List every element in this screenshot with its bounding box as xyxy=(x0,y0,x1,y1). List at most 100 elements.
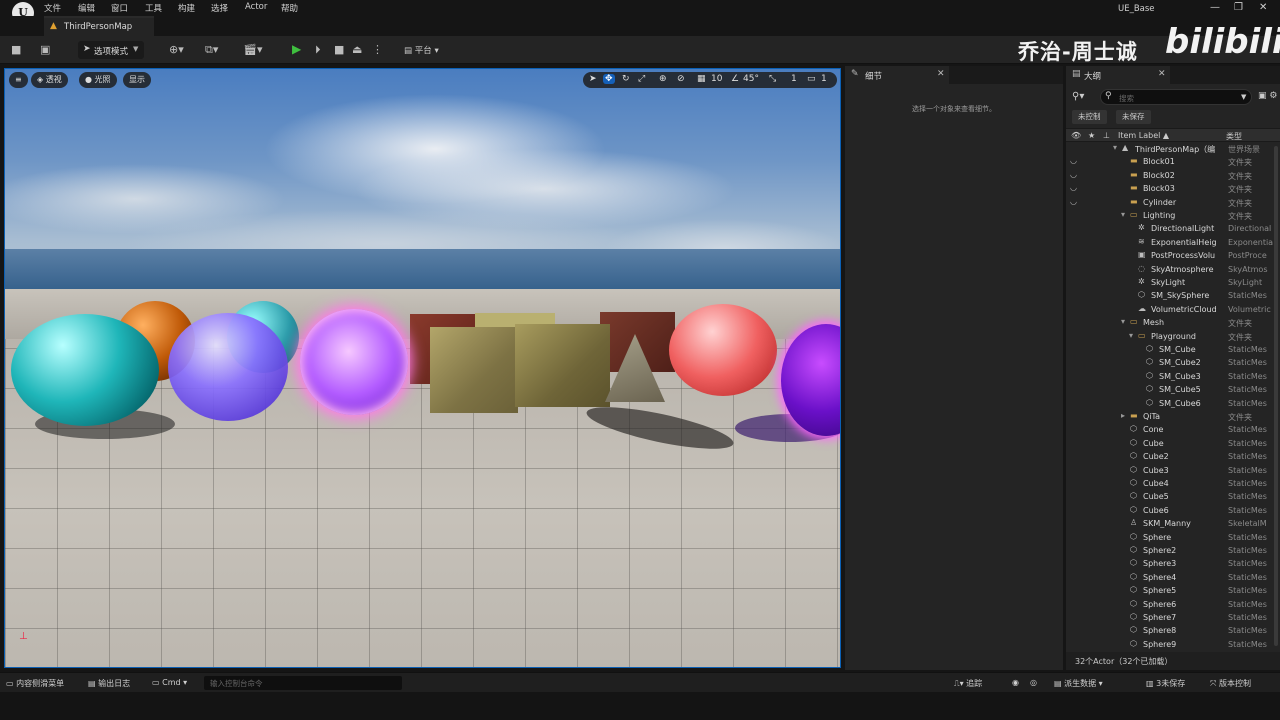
minimize-button[interactable]: — xyxy=(1210,2,1220,13)
expand-chevron-icon[interactable]: ▾ xyxy=(1113,143,1117,152)
outliner-row[interactable]: ✲ DirectionalLight Directional xyxy=(1066,223,1274,236)
outliner-row[interactable]: ⬡ Sphere6 StaticMes xyxy=(1066,599,1274,612)
translate-tool-icon[interactable]: ✥ xyxy=(603,74,615,84)
outliner-row[interactable]: ▾ ▭ Mesh 文件夹 xyxy=(1066,317,1274,330)
outliner-row[interactable]: ⬡ SM_Cube2 StaticMes xyxy=(1066,357,1274,370)
outliner-row[interactable]: ✲ SkyLight SkyLight xyxy=(1066,277,1274,290)
blueprint-icon[interactable]: ⧉▾ xyxy=(205,43,218,57)
content-browser-icon[interactable]: ▣ xyxy=(40,43,50,56)
expand-chevron-icon[interactable]: ▸ xyxy=(1121,411,1125,420)
outliner-tool-icons[interactable]: ▣ ⚙ xyxy=(1258,91,1277,101)
outliner-row[interactable]: ⬡ Cube3 StaticMes xyxy=(1066,465,1274,478)
scale-snap-value[interactable]: 1 xyxy=(791,74,797,84)
expand-chevron-icon[interactable]: ▾ xyxy=(1121,317,1125,326)
outliner-row[interactable]: ◡ ▬ Cylinder 文件夹 xyxy=(1066,197,1274,210)
camera-speed-value[interactable]: 1 xyxy=(821,74,827,84)
outliner-row[interactable]: ⬡ Sphere8 StaticMes xyxy=(1066,625,1274,638)
outliner-row[interactable]: ⬡ Sphere9 StaticMes xyxy=(1066,639,1274,652)
rotation-snap-value[interactable]: 45° xyxy=(743,74,759,84)
save-icon[interactable]: ■ xyxy=(11,43,21,56)
cube-mesh[interactable] xyxy=(515,324,610,407)
outliner-row[interactable]: ≋ ExponentialHeig Exponentia xyxy=(1066,237,1274,250)
outliner-row[interactable]: ⬡ SM_Cube5 StaticMes xyxy=(1066,384,1274,397)
visibility-column-icon[interactable]: 👁︎ xyxy=(1071,131,1081,140)
play-icon[interactable]: ▶ xyxy=(292,42,301,56)
grid-snap-icon[interactable]: ▦ xyxy=(697,74,706,84)
close-icon[interactable]: ✕ xyxy=(937,69,945,79)
menu-window[interactable]: 窗口 xyxy=(111,2,128,14)
pin-column-icon[interactable]: ⊥ xyxy=(1103,131,1110,140)
trace-button[interactable]: ⎍▾ 追踪 xyxy=(954,678,982,689)
lit-button[interactable]: ● 光照 xyxy=(79,72,117,88)
item-label-column[interactable]: Item Label ▲ xyxy=(1118,131,1169,140)
outliner-row[interactable]: ☁ VolumetricCloud Volumetric xyxy=(1066,304,1274,317)
sphere-mesh[interactable] xyxy=(168,313,288,421)
outliner-row[interactable]: ⬡ Cube4 StaticMes xyxy=(1066,478,1274,491)
world-space-icon[interactable]: ⊕ xyxy=(659,74,667,84)
rotation-snap-icon[interactable]: ∠ xyxy=(731,74,739,84)
outliner-row[interactable]: ⬡ Cube5 StaticMes xyxy=(1066,491,1274,504)
menu-build[interactable]: 构建 xyxy=(178,2,195,14)
scale-tool-icon[interactable]: ⤢ xyxy=(638,74,645,84)
mode-select-button[interactable]: ➤ 选项模式 ▼ xyxy=(78,41,144,59)
outliner-search-input[interactable]: ⚲ 搜索 ▼ xyxy=(1100,89,1252,105)
menu-edit[interactable]: 编辑 xyxy=(78,2,95,14)
sphere-mesh[interactable] xyxy=(669,304,777,396)
sphere-mesh[interactable] xyxy=(300,309,408,415)
outliner-row[interactable]: ⬡ SM_Cube3 StaticMes xyxy=(1066,371,1274,384)
level-tab[interactable]: ▲ ThirdPersonMap xyxy=(44,16,154,36)
outliner-row[interactable]: ▾ ▲ ThirdPersonMap（编 世界场景 xyxy=(1066,143,1274,156)
outliner-row[interactable]: ⬡ Sphere4 StaticMes xyxy=(1066,572,1274,585)
visibility-eye-icon[interactable]: ◡ xyxy=(1070,183,1077,192)
grid-size-value[interactable]: 10 xyxy=(711,74,722,84)
scale-snap-icon[interactable]: ⤡ xyxy=(769,74,776,84)
unsaved-button[interactable]: ▥ 3未保存 xyxy=(1146,678,1185,689)
outliner-row[interactable]: ◌ SkyAtmosphere SkyAtmos xyxy=(1066,264,1274,277)
show-button[interactable]: 显示 xyxy=(123,72,151,88)
stop-icon[interactable]: ■ xyxy=(334,43,344,56)
outliner-row[interactable]: ⬡ SM_Cube StaticMes xyxy=(1066,344,1274,357)
outliner-scrollbar[interactable] xyxy=(1274,146,1278,646)
eject-icon[interactable]: ⏏ xyxy=(352,43,362,56)
record-icon[interactable]: ◉ xyxy=(1012,678,1019,687)
tab-outliner[interactable]: ▤ 大纲 ✕ xyxy=(1066,66,1170,84)
type-column[interactable]: 类型 xyxy=(1226,131,1242,142)
close-window-button[interactable]: ✕ xyxy=(1259,2,1267,13)
filter-icon[interactable]: ⚲▾ xyxy=(1072,91,1084,102)
outliner-row[interactable]: ◡ ▬ Block01 文件夹 xyxy=(1066,156,1274,169)
select-tool-icon[interactable]: ➤ xyxy=(589,74,597,84)
unsaved-chip[interactable]: 未保存 xyxy=(1116,110,1151,124)
outliner-row[interactable]: ⬡ Sphere2 StaticMes xyxy=(1066,545,1274,558)
perspective-button[interactable]: ◈ 透视 xyxy=(31,72,68,88)
expand-chevron-icon[interactable]: ▾ xyxy=(1121,210,1125,219)
expand-chevron-icon[interactable]: ▾ xyxy=(1129,331,1133,340)
outliner-row[interactable]: ◡ ▬ Block03 文件夹 xyxy=(1066,183,1274,196)
restore-button[interactable]: ❐ xyxy=(1234,2,1243,13)
rotate-tool-icon[interactable]: ↻ xyxy=(622,74,630,84)
visibility-eye-icon[interactable]: ◡ xyxy=(1070,156,1077,165)
outliner-row[interactable]: ⬡ SM_Cube6 StaticMes xyxy=(1066,398,1274,411)
output-log-button[interactable]: ▤ 输出日志 xyxy=(88,678,130,689)
menu-file[interactable]: 文件 xyxy=(44,2,61,14)
outliner-row[interactable]: ▸ ▬ QiTa 文件夹 xyxy=(1066,411,1274,424)
tab-details[interactable]: ✎ 细节 ✕ xyxy=(845,66,949,84)
outliner-row[interactable]: ⬡ Cube StaticMes xyxy=(1066,438,1274,451)
level-viewport[interactable]: ⊥ ≡ ◈ 透视 ● 光照 显示 ➤ ✥ ↻ ⤢ ⊕ ⊘ ▦ 10 ∠ 45° … xyxy=(4,68,841,668)
outliner-row[interactable]: ⬡ Sphere StaticMes xyxy=(1066,532,1274,545)
camera-speed-icon[interactable]: ▭ xyxy=(807,74,816,84)
derived-data-button[interactable]: ▤ 派生数据 ▾ xyxy=(1054,678,1103,689)
outliner-row[interactable]: ⬡ Cone StaticMes xyxy=(1066,424,1274,437)
add-actor-icon[interactable]: ⊕▾ xyxy=(169,43,184,56)
sphere-mesh[interactable] xyxy=(11,314,159,426)
outliner-row[interactable]: ▾ ▭ Lighting 文件夹 xyxy=(1066,210,1274,223)
viewport-menu-button[interactable]: ≡ xyxy=(9,72,28,88)
visibility-eye-icon[interactable]: ◡ xyxy=(1070,197,1077,206)
cinematics-icon[interactable]: 🎬︎▾ xyxy=(243,43,263,56)
visibility-eye-icon[interactable]: ◡ xyxy=(1070,170,1077,179)
content-drawer-button[interactable]: ▭ 内容侧滑菜单 xyxy=(6,678,64,689)
cmd-button[interactable]: ▭ Cmd ▾ xyxy=(152,678,187,687)
play-options-icon[interactable]: ⋮ xyxy=(372,43,383,56)
outliner-row[interactable]: ◡ ▬ Block02 文件夹 xyxy=(1066,170,1274,183)
uncontrolled-chip[interactable]: 未控制 xyxy=(1072,110,1107,124)
outliner-row[interactable]: ⬡ Cube2 StaticMes xyxy=(1066,451,1274,464)
